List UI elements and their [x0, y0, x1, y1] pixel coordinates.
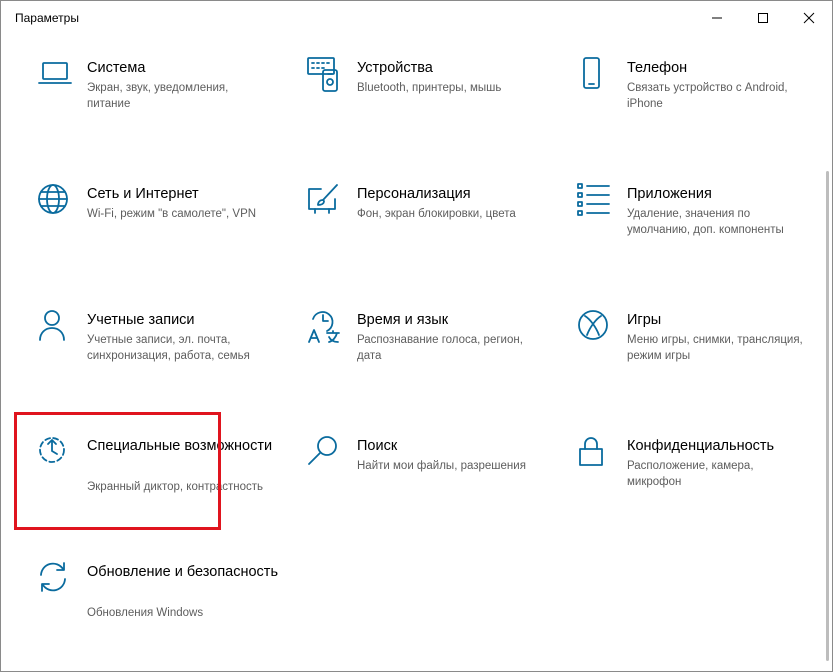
tile-time-language[interactable]: Время и язык Распознавание голоса, регио…	[307, 309, 557, 419]
close-icon	[803, 12, 815, 24]
laptop-icon	[37, 57, 73, 93]
minimize-icon	[712, 17, 722, 19]
tile-description: Найти мои файлы, разрешения	[357, 460, 526, 472]
tile-description: Фон, экран блокировки, цвета	[357, 208, 516, 220]
window-title: Параметры	[15, 11, 79, 25]
maximize-button[interactable]	[740, 1, 786, 35]
phone-icon	[577, 57, 613, 93]
tile-name: Учетные записи	[87, 312, 195, 328]
tile-name: Приложения	[627, 186, 712, 202]
tile-description: Распознавание голоса, регион, дата	[357, 334, 523, 362]
tile-network[interactable]: Сеть и Интернет Wi-Fi, режим "в самолете…	[37, 183, 287, 293]
tile-description: Удаление, значения по умолчанию, доп. ко…	[627, 208, 784, 236]
settings-window: Параметры Система Экран, звук, уведомлен…	[0, 0, 833, 672]
tile-update-security[interactable]: Обновление и безопасность Обновления Win…	[37, 561, 287, 671]
maximize-icon	[758, 13, 768, 23]
apps-list-icon	[577, 183, 613, 219]
tile-name: Поиск	[357, 438, 398, 454]
tile-description: Учетные записи, эл. почта, синхронизация…	[87, 334, 250, 362]
tile-name: Сеть и Интернет	[87, 186, 199, 202]
title-bar: Параметры	[1, 1, 832, 35]
tile-description: Связать устройство с Android, iPhone	[627, 82, 788, 110]
close-button[interactable]	[786, 1, 832, 35]
paint-brush-icon	[307, 183, 343, 219]
tile-phone[interactable]: Телефон Связать устройство с Android, iP…	[577, 57, 827, 167]
tile-name: Игры	[627, 312, 662, 328]
tile-search[interactable]: Поиск Найти мои файлы, разрешения	[307, 435, 557, 545]
update-icon	[37, 561, 73, 597]
search-icon	[307, 435, 343, 471]
keyboard-devices-icon	[307, 57, 343, 93]
tile-personalization[interactable]: Персонализация Фон, экран блокировки, цв…	[307, 183, 557, 293]
tile-name: Устройства	[357, 60, 433, 76]
minimize-button[interactable]	[694, 1, 740, 35]
tile-description: Обновления Windows	[87, 607, 204, 619]
tile-description: Меню игры, снимки, трансляция, режим игр…	[627, 334, 803, 362]
tile-name: Телефон	[627, 60, 688, 76]
tile-devices[interactable]: Устройства Bluetooth, принтеры, мышь	[307, 57, 557, 167]
selection-highlight-frame	[14, 412, 221, 530]
tile-description: Расположение, камера, микрофон	[627, 460, 754, 488]
tile-gaming[interactable]: Игры Меню игры, снимки, трансляция, режи…	[577, 309, 827, 419]
tile-name: Время и язык	[357, 312, 449, 328]
globe-icon	[37, 183, 73, 219]
tile-name: Обновление и безопасность	[87, 564, 278, 580]
time-language-icon	[307, 309, 343, 345]
tile-system[interactable]: Система Экран, звук, уведомления, питани…	[37, 57, 287, 167]
tile-name: Система	[87, 60, 146, 76]
tile-description: Экран, звук, уведомления, питание	[87, 82, 229, 110]
tile-accounts[interactable]: Учетные записи Учетные записи, эл. почта…	[37, 309, 287, 419]
tile-description: Wi-Fi, режим "в самолете", VPN	[87, 208, 257, 220]
person-icon	[37, 309, 73, 345]
tile-description: Bluetooth, принтеры, мышь	[357, 82, 502, 94]
tile-name: Персонализация	[357, 186, 471, 202]
xbox-icon	[577, 309, 613, 345]
tile-apps[interactable]: Приложения Удаление, значения по умолчан…	[577, 183, 827, 293]
tile-privacy[interactable]: Конфиденциальность Расположение, камера,…	[577, 435, 827, 545]
lock-icon	[577, 435, 613, 471]
tile-name: Конфиденциальность	[627, 438, 775, 454]
